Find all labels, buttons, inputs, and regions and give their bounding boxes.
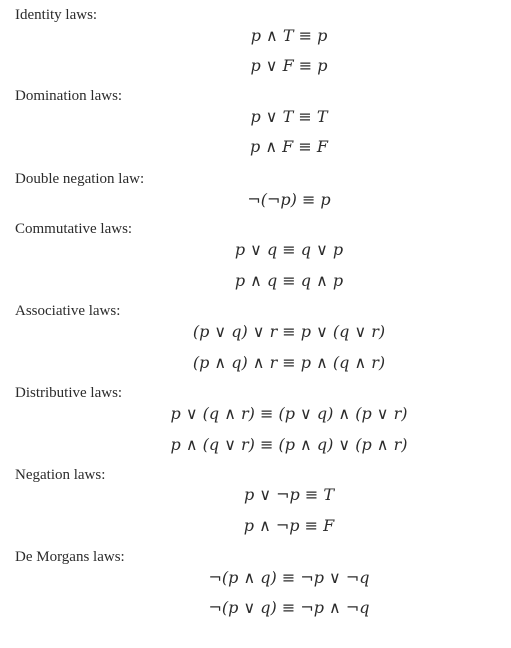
formula-distributive-2: p ∧ (q ∨ r) ≡ (p ∧ q) ∨ (p ∧ r) [170,435,408,454]
logic-laws-document: Identity laws: p ∧ T ≡ p p ∨ F ≡ p Domin… [0,0,511,648]
section-heading-negation: Negation laws: [15,467,106,483]
section-heading-double-negation: Double negation law: [15,171,145,187]
formula-domination-1: p ∨ T ≡ T [250,107,328,126]
section-heading-commutative: Commutative laws: [15,221,133,237]
formula-double-negation-1: ¬(¬p) ≡ p [247,190,331,209]
section-heading-associative: Associative laws: [15,303,121,319]
formula-associative-2: (p ∧ q) ∧ r ≡ p ∧ (q ∧ r) [192,353,386,372]
formula-domination-2: p ∧ F ≡ F [250,137,328,156]
formula-commutative-1: p ∨ q ≡ q ∨ p [234,240,344,259]
formula-negation-2: p ∧ ¬p ≡ F [243,516,335,535]
section-heading-de-morgans: De Morgans laws: [15,549,125,565]
formula-identity-2: p ∨ F ≡ p [250,56,328,75]
section-heading-identity: Identity laws: [15,7,98,23]
formula-de-morgans-2: ¬(p ∨ q) ≡ ¬p ∧ ¬q [208,598,370,617]
section-heading-domination: Domination laws: [15,88,123,104]
formula-negation-1: p ∨ ¬p ≡ T [243,485,335,504]
formula-associative-1: (p ∨ q) ∨ r ≡ p ∨ (q ∨ r) [192,322,386,341]
section-heading-distributive: Distributive laws: [15,385,123,401]
formula-de-morgans-1: ¬(p ∧ q) ≡ ¬p ∨ ¬q [208,568,370,587]
formula-identity-1: p ∧ T ≡ p [250,26,328,45]
formula-commutative-2: p ∧ q ≡ q ∧ p [234,271,344,290]
formula-distributive-1: p ∨ (q ∧ r) ≡ (p ∨ q) ∧ (p ∨ r) [170,404,408,423]
